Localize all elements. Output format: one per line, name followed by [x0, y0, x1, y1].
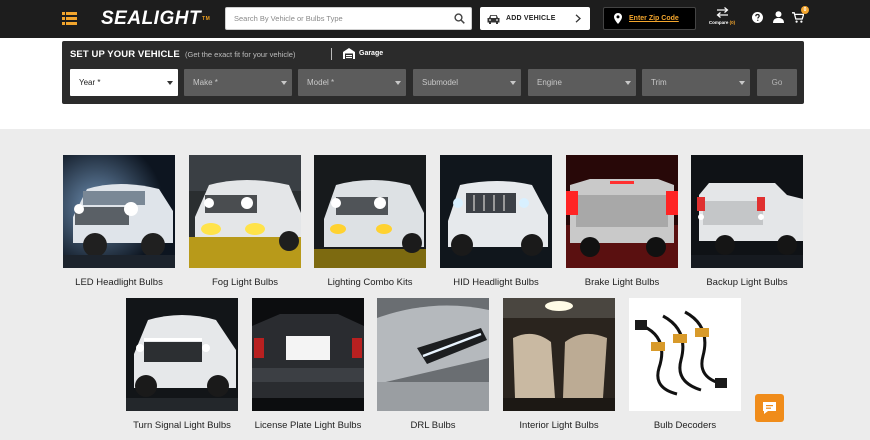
add-vehicle-label: ADD VEHICLE: [506, 15, 556, 22]
category-interior-light-bulbs[interactable]: Interior Light Bulbs: [503, 298, 615, 432]
trim-select[interactable]: Trim: [642, 69, 750, 96]
category-name: Bulb Decoders: [653, 420, 717, 431]
category-bulb-decoders[interactable]: Bulb Decoders: [629, 298, 741, 432]
search-icon[interactable]: [454, 13, 465, 24]
vehicle-setup-panel: SET UP YOUR VEHICLE (Get the exact fit f…: [62, 41, 804, 104]
chevron-down-icon: [625, 81, 631, 85]
year-select[interactable]: Year *: [70, 69, 178, 96]
category-backup-light-bulbs[interactable]: Backup Light Bulbs: [691, 155, 803, 289]
category-name: Turn Signal Light Bulbs: [133, 420, 231, 431]
vehicle-setup-subtitle: (Get the exact fit for your vehicle): [185, 50, 296, 59]
logo-trademark: TM: [202, 16, 211, 22]
menu-icon[interactable]: [62, 12, 77, 25]
model-select-label: Model *: [307, 78, 335, 87]
category-name: Interior Light Bulbs: [519, 420, 599, 431]
make-select-label: Make *: [193, 78, 218, 87]
model-select[interactable]: Model *: [298, 69, 406, 96]
vehicle-setup-title: SET UP YOUR VEHICLE: [70, 49, 180, 60]
category-image: [629, 298, 741, 411]
category-image: [377, 298, 489, 411]
submodel-select[interactable]: Submodel: [413, 69, 521, 96]
category-image: [189, 155, 301, 268]
category-image: [566, 155, 678, 268]
compare-text: Compare: [708, 20, 729, 25]
top-navigation-bar: SEALIGHTTM ADD VEHICLE Enter Zip Code: [0, 0, 870, 38]
category-drl-bulbs[interactable]: DRL Bulbs: [377, 298, 489, 432]
search-input[interactable]: [234, 8, 444, 29]
compare-label: Compare (0): [703, 20, 741, 25]
category-name: LED Headlight Bulbs: [75, 277, 163, 288]
zip-code-button[interactable]: Enter Zip Code: [603, 7, 696, 30]
category-license-plate-light-bulbs[interactable]: License Plate Light Bulbs: [252, 298, 364, 432]
submodel-select-label: Submodel: [422, 78, 459, 87]
category-name: DRL Bulbs: [410, 420, 456, 431]
trim-select-label: Trim: [651, 78, 667, 87]
compare-arrows-icon: [716, 7, 728, 18]
chevron-down-icon: [739, 81, 745, 85]
category-name: Brake Light Bulbs: [584, 277, 660, 288]
divider: [331, 48, 332, 60]
garage-label: Garage: [359, 50, 384, 57]
logo-text: SEALIGHT: [101, 8, 202, 29]
go-button[interactable]: Go: [757, 69, 797, 96]
chevron-down-icon: [167, 81, 173, 85]
compare-button[interactable]: Compare (0): [703, 7, 741, 31]
chevron-down-icon: [510, 81, 516, 85]
category-name: Fog Light Bulbs: [211, 277, 278, 288]
category-name: Lighting Combo Kits: [327, 277, 413, 288]
category-lighting-combo-kits[interactable]: Lighting Combo Kits: [314, 155, 426, 289]
category-fog-light-bulbs[interactable]: Fog Light Bulbs: [189, 155, 301, 289]
category-image: [314, 155, 426, 268]
zip-code-label: Enter Zip Code: [629, 15, 679, 22]
engine-select[interactable]: Engine: [528, 69, 636, 96]
help-icon[interactable]: [752, 12, 763, 23]
car-icon: [487, 14, 500, 24]
chevron-down-icon: [395, 81, 401, 85]
category-image: [691, 155, 803, 268]
category-image: [63, 155, 175, 268]
category-led-headlight-bulbs[interactable]: LED Headlight Bulbs: [63, 155, 175, 289]
category-brake-light-bulbs[interactable]: Brake Light Bulbs: [566, 155, 678, 289]
category-name: License Plate Light Bulbs: [254, 420, 362, 431]
chevron-right-icon: [575, 14, 581, 23]
year-select-label: Year *: [79, 78, 101, 87]
category-name: HID Headlight Bulbs: [453, 277, 539, 288]
sealight-logo[interactable]: SEALIGHTTM: [101, 8, 210, 30]
search-box: [225, 7, 472, 30]
cart-icon[interactable]: [792, 12, 804, 23]
category-image: [126, 298, 238, 411]
category-image: [503, 298, 615, 411]
add-vehicle-button[interactable]: ADD VEHICLE: [480, 7, 590, 30]
chevron-down-icon: [281, 81, 287, 85]
category-turn-signal-light-bulbs[interactable]: Turn Signal Light Bulbs: [126, 298, 238, 432]
garage-link[interactable]: Garage: [343, 48, 383, 59]
location-pin-icon: [614, 13, 622, 24]
engine-select-label: Engine: [537, 78, 562, 87]
garage-icon: [343, 48, 355, 59]
category-image: [252, 298, 364, 411]
chat-icon: [763, 402, 776, 414]
compare-count: (0): [729, 20, 736, 25]
cart-count-badge: 0: [801, 6, 809, 14]
category-image: [440, 155, 552, 268]
category-name: Backup Light Bulbs: [706, 277, 788, 288]
live-chat-button[interactable]: [755, 394, 784, 422]
category-hid-headlight-bulbs[interactable]: HID Headlight Bulbs: [440, 155, 552, 289]
user-icon[interactable]: [773, 11, 784, 23]
make-select[interactable]: Make *: [184, 69, 292, 96]
